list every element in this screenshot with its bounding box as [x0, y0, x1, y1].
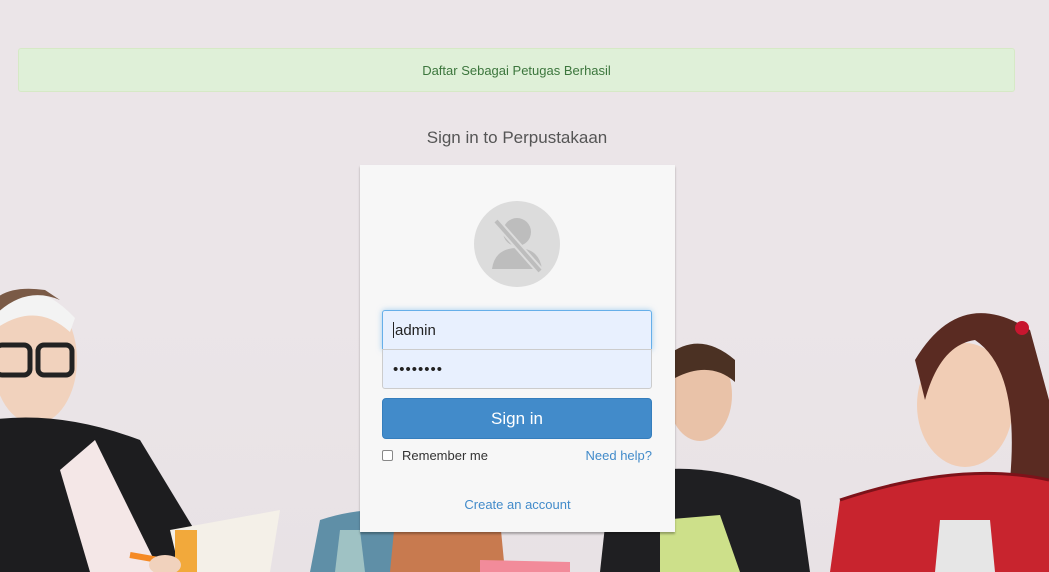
text-cursor	[393, 322, 394, 338]
sign-in-button[interactable]: Sign in	[382, 398, 652, 439]
checkbox-icon[interactable]	[382, 450, 393, 461]
success-alert: Daftar Sebagai Petugas Berhasil	[18, 48, 1015, 92]
username-value: admin	[395, 321, 436, 339]
password-input[interactable]: ••••••••	[382, 349, 652, 389]
username-input[interactable]: admin	[382, 310, 652, 350]
create-account-link[interactable]: Create an account	[360, 497, 675, 512]
login-card: admin •••••••• Sign in Remember me Need …	[360, 165, 675, 532]
remember-label: Remember me	[402, 448, 488, 463]
remember-me[interactable]: Remember me	[382, 448, 488, 463]
need-help-link[interactable]: Need help?	[586, 448, 653, 463]
page-title: Sign in to Perpustakaan	[426, 128, 608, 147]
user-slash-icon	[474, 201, 560, 287]
alert-message: Daftar Sebagai Petugas Berhasil	[422, 62, 611, 78]
sign-in-label: Sign in	[491, 408, 543, 428]
password-value: ••••••••	[393, 360, 444, 378]
avatar-silhouette	[492, 218, 544, 274]
